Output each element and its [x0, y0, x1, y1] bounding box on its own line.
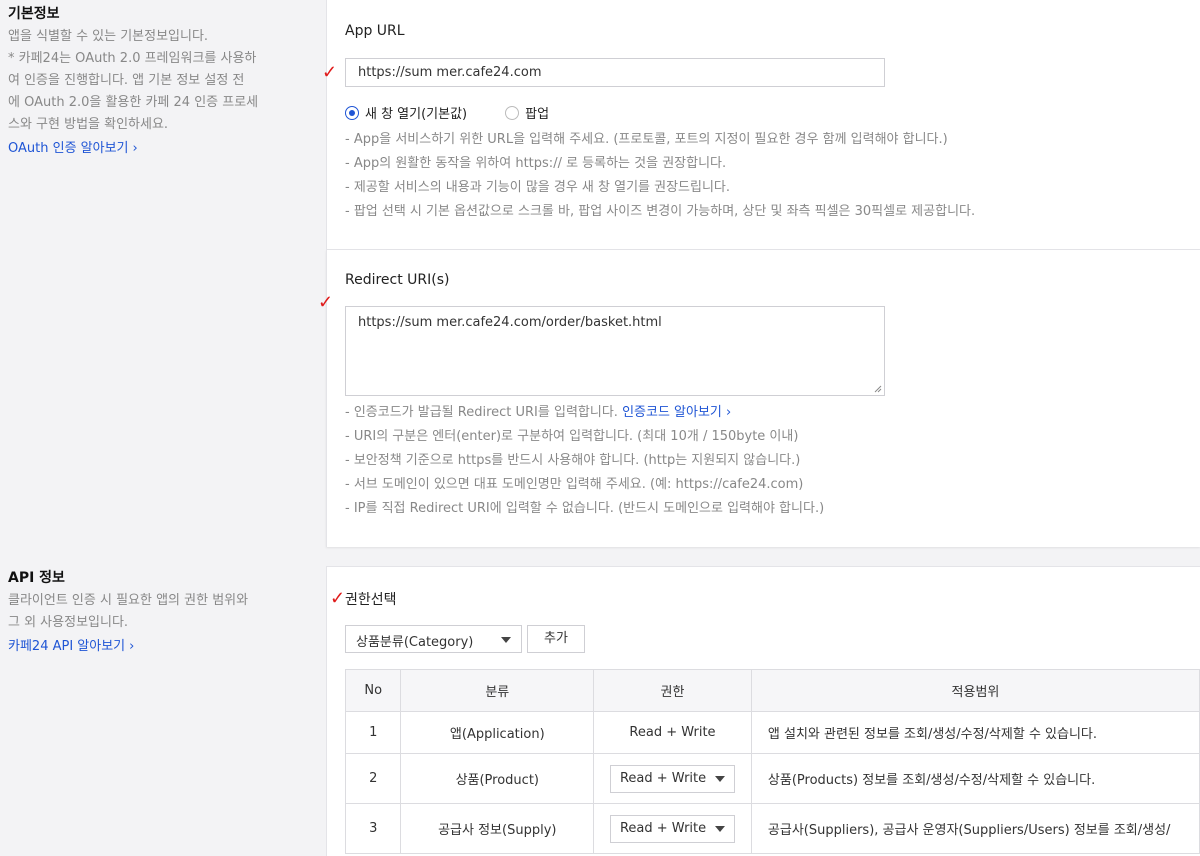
open-mode-radio-group: 새 창 열기(기본값) 팝업 — [345, 103, 549, 122]
row-no: 2 — [344, 753, 402, 804]
permission-level-select[interactable]: Read + Write — [609, 764, 735, 793]
caret-down-icon — [714, 775, 725, 782]
table-header-row: No 분류 권한 적용범위 — [344, 669, 1200, 712]
chevron-right-icon: › — [129, 639, 135, 654]
basic-info-desc: 앱을 식별할 수 있는 기본정보입니다. * 카페24는 OAuth 2.0 프… — [8, 29, 259, 132]
redirect-uri-guides: - 인증코드가 발급될 Redirect URI를 입력합니다. 인증코드 알아… — [345, 405, 825, 516]
column-header-permission: 권한 — [593, 669, 752, 712]
redirect-uri-label: Redirect URI(s) — [345, 272, 450, 288]
redirect-uri-textarea[interactable]: https://sum mer.cafe24.com/order/basket.… — [345, 306, 885, 396]
add-permission-button[interactable]: 추가 — [527, 625, 585, 653]
radio-unchecked-icon — [505, 105, 520, 120]
table-row: 1 앱(Application) Read + Write 앱 설치와 관련된 … — [344, 711, 1200, 754]
auth-code-learn-more-link[interactable]: 인증코드 알아보기 › — [622, 405, 731, 420]
row-permission-cell: Read + Write — [593, 753, 752, 804]
oauth-learn-more-link[interactable]: OAuth 인증 알아보기 › — [8, 138, 138, 160]
column-header-category: 분류 — [400, 669, 595, 712]
row-category: 앱(Application) — [400, 711, 595, 754]
red-check-mark-icon: ✓ — [322, 62, 338, 83]
radio-new-window[interactable]: 새 창 열기(기본값) — [345, 103, 467, 122]
row-permission-cell: Read + Write — [593, 803, 752, 854]
row-scope: 앱 설치와 관련된 정보를 조회/생성/수정/삭제할 수 있습니다. — [750, 711, 1200, 754]
caret-down-icon — [714, 825, 725, 832]
row-scope: 공급사(Suppliers), 공급사 운영자(Suppliers/Users)… — [750, 803, 1200, 854]
api-learn-more-link[interactable]: 카페24 API 알아보기 › — [8, 636, 134, 658]
row-scope: 상품(Products) 정보를 조회/생성/수정/삭제할 수 있습니다. — [750, 753, 1200, 804]
api-info-section: API 정보 클라이언트 인증 시 필요한 앱의 권한 범위와 그 외 사용정보… — [8, 568, 308, 658]
radio-popup[interactable]: 팝업 — [505, 103, 549, 122]
column-header-no: No — [344, 669, 402, 712]
permission-category-select[interactable]: 상품분류(Category) — [345, 625, 522, 653]
chevron-right-icon: › — [132, 141, 138, 156]
app-url-card: App URL https://sum mer.cafe24.com 새 창 열… — [326, 0, 1200, 250]
basic-info-section: 기본정보 앱을 식별할 수 있는 기본정보입니다. * 카페24는 OAuth … — [8, 4, 308, 160]
row-no: 3 — [344, 803, 402, 854]
api-info-desc: 클라이언트 인증 시 필요한 앱의 권한 범위와 그 외 사용정보입니다. — [8, 593, 249, 630]
resize-grip-icon[interactable] — [874, 385, 882, 393]
caret-down-icon — [501, 637, 511, 643]
basic-info-heading: 기본정보 — [8, 6, 60, 22]
column-header-scope: 적용범위 — [750, 669, 1200, 712]
permissions-label: 권한선택 — [345, 592, 397, 608]
radio-checked-icon — [345, 105, 359, 120]
table-row: 3 공급사 정보(Supply) Read + Write 공급사(Suppli… — [344, 803, 1200, 854]
app-url-label: App URL — [345, 23, 405, 39]
permissions-card: 권한선택 상품분류(Category) 추가 No 분류 권한 적용범위 1 앱… — [326, 566, 1200, 856]
permissions-table: No 분류 권한 적용범위 1 앱(Application) Read + Wr… — [344, 669, 1200, 854]
row-category: 공급사 정보(Supply) — [400, 803, 595, 854]
redirect-uri-card: Redirect URI(s) https://sum mer.cafe24.c… — [326, 250, 1200, 547]
row-no: 1 — [344, 711, 402, 754]
red-check-mark-icon: ✓ — [318, 292, 334, 313]
table-row: 2 상품(Product) Read + Write 상품(Products) … — [344, 753, 1200, 804]
api-info-heading: API 정보 — [8, 570, 65, 586]
row-category: 상품(Product) — [400, 753, 595, 804]
app-url-guides: - App을 서비스하기 위한 URL을 입력해 주세요. (프로토콜, 포트의… — [345, 132, 976, 219]
permission-level-select[interactable]: Read + Write — [609, 814, 735, 843]
row-permission: Read + Write — [593, 711, 752, 754]
app-url-input[interactable]: https://sum mer.cafe24.com — [345, 58, 885, 87]
red-check-mark-icon: ✓ — [330, 588, 346, 609]
